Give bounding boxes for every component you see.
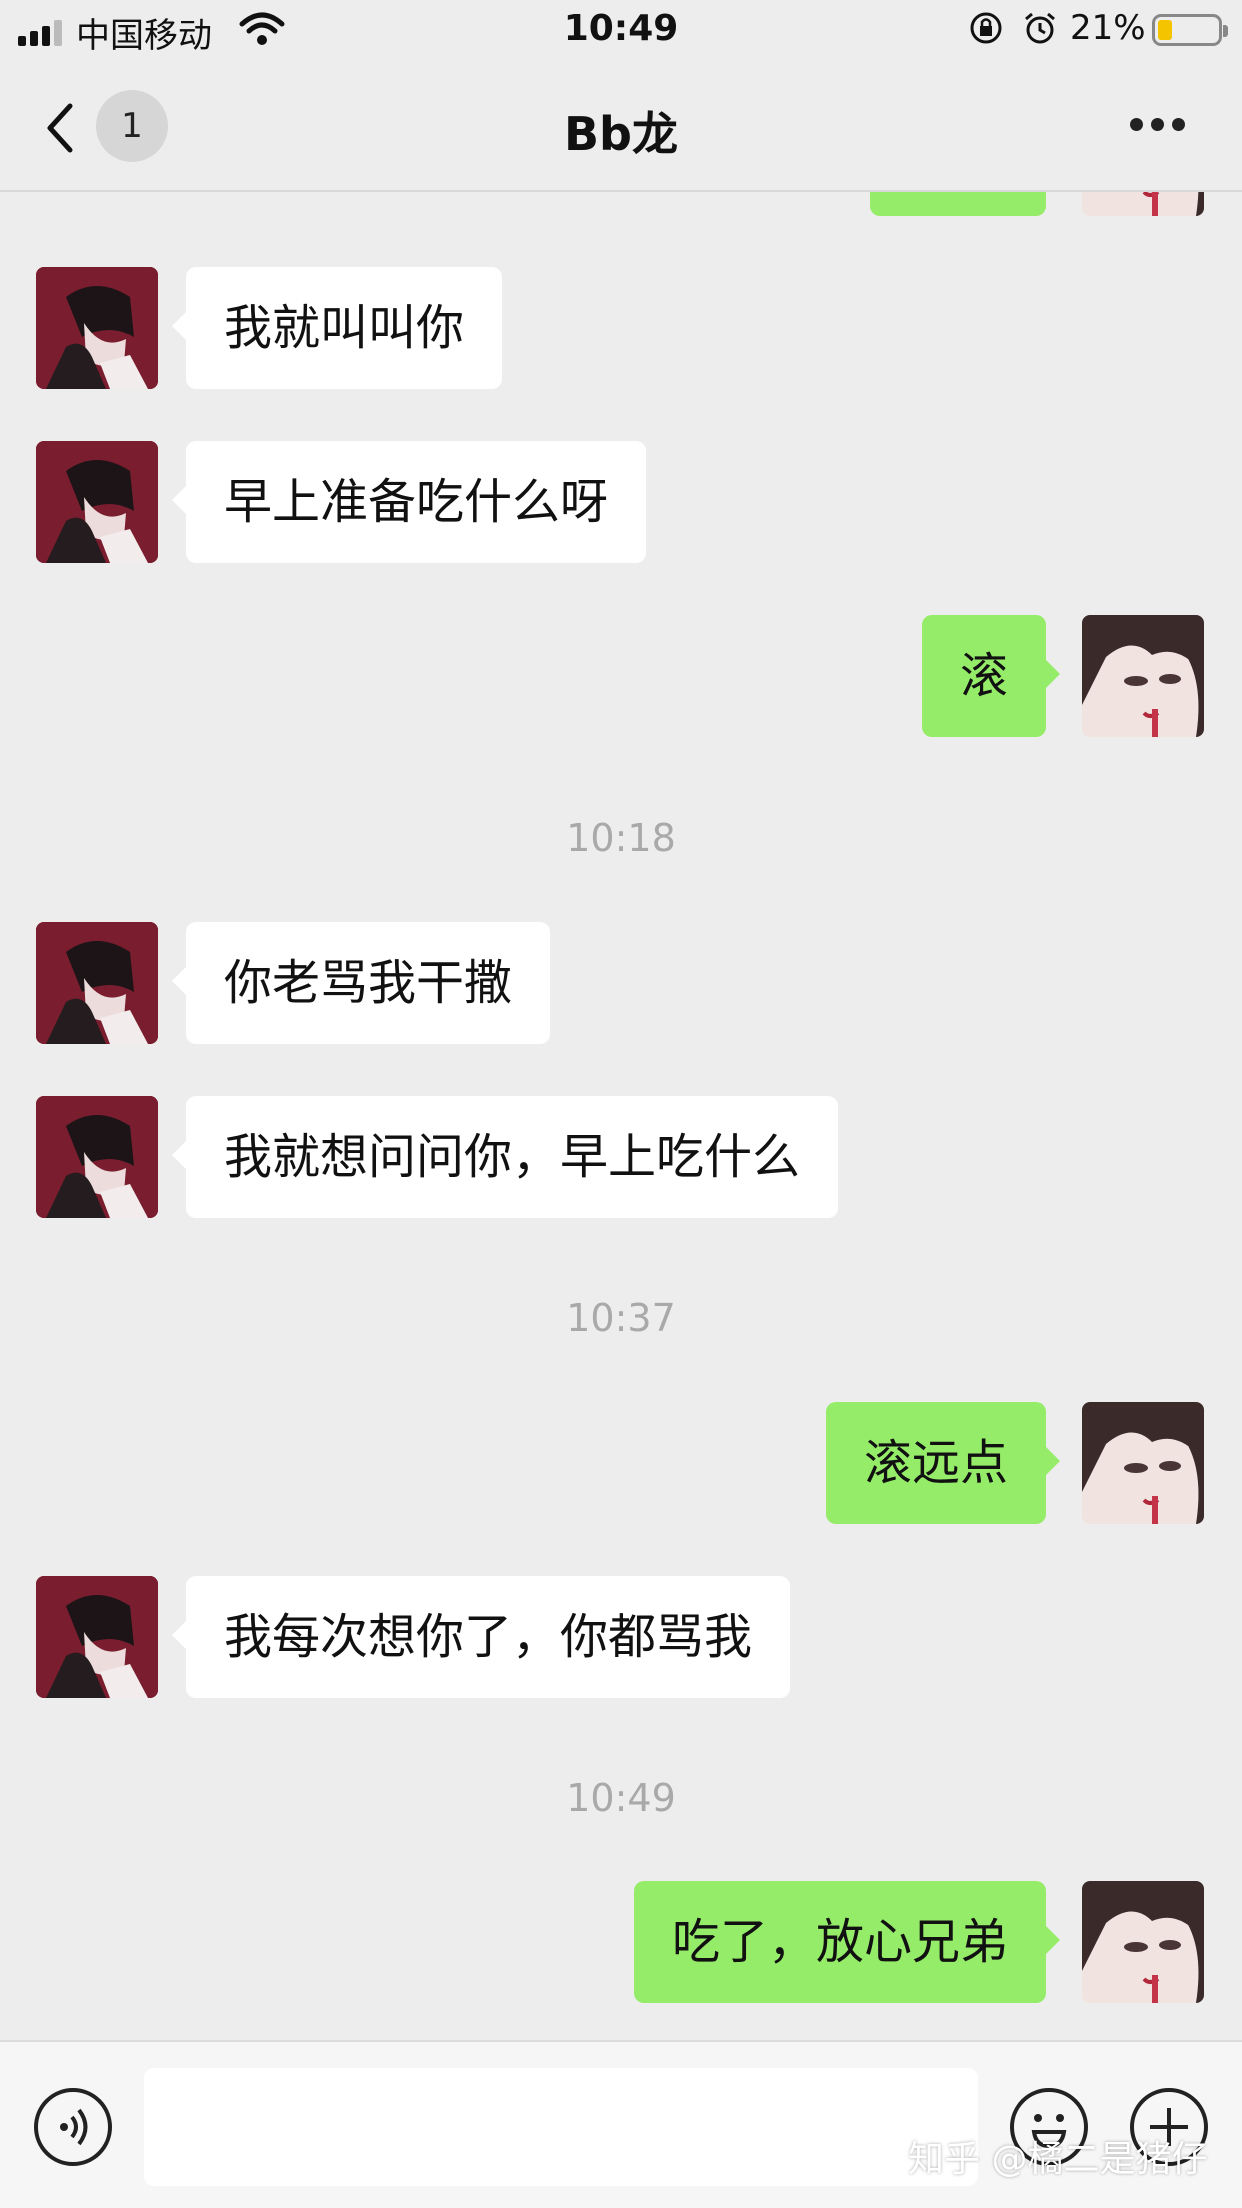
rotation-lock-icon <box>970 12 1002 44</box>
message-input-bar <box>0 2040 1242 2208</box>
chat-header: 1 Bb龙 <box>0 62 1242 192</box>
voice-icon <box>60 2108 88 2146</box>
incoming-message[interactable]: 我就想问问你，早上吃什么 <box>171 1096 839 1218</box>
female-avatar-image <box>1082 1881 1204 2003</box>
male-avatar-image <box>36 267 158 389</box>
my-avatar[interactable] <box>1082 1881 1204 2003</box>
contact-avatar[interactable] <box>36 441 158 563</box>
more-options-icon[interactable] <box>1130 118 1186 134</box>
contact-avatar[interactable] <box>36 922 158 1044</box>
chat-title: Bb龙 <box>564 107 678 161</box>
incoming-message[interactable]: 我每次想你了，你都骂我 <box>171 1576 791 1698</box>
alarm-icon <box>1025 12 1055 44</box>
male-avatar-image <box>36 1096 158 1218</box>
battery-percentage: 21% <box>1070 8 1146 48</box>
message-timestamp: 10:49 <box>566 1776 676 1820</box>
incoming-message[interactable]: 早上准备吃什么呀 <box>171 441 647 563</box>
outgoing-message[interactable]: 滚 <box>921 615 1061 737</box>
contact-avatar[interactable] <box>36 1096 158 1218</box>
my-avatar[interactable] <box>1082 1402 1204 1524</box>
male-avatar-image <box>36 441 158 563</box>
voice-input-button[interactable] <box>34 2088 112 2166</box>
outgoing-message[interactable]: 滚远点 <box>825 1402 1061 1524</box>
incoming-message[interactable]: 我就叫叫你 <box>171 267 503 389</box>
female-avatar-image <box>1082 1402 1204 1524</box>
male-avatar-image <box>36 922 158 1044</box>
my-avatar[interactable] <box>1082 615 1204 737</box>
battery-icon <box>1152 14 1228 46</box>
message-timestamp: 10:18 <box>566 816 676 860</box>
female-avatar-image <box>1082 615 1204 737</box>
message-text-input[interactable] <box>144 2068 978 2186</box>
contact-avatar[interactable] <box>36 267 158 389</box>
male-avatar-image <box>36 1576 158 1698</box>
contact-avatar[interactable] <box>36 1576 158 1698</box>
incoming-message[interactable]: 你老骂我干撒 <box>171 922 551 1044</box>
watermark: 知乎 @橘二是猪仔 <box>908 2139 1208 2180</box>
message-timestamp: 10:37 <box>566 1296 676 1340</box>
outgoing-message[interactable]: 吃了，放心兄弟 <box>633 1881 1061 2003</box>
status-bar: 中国移动 10:49 21% <box>0 0 1242 62</box>
